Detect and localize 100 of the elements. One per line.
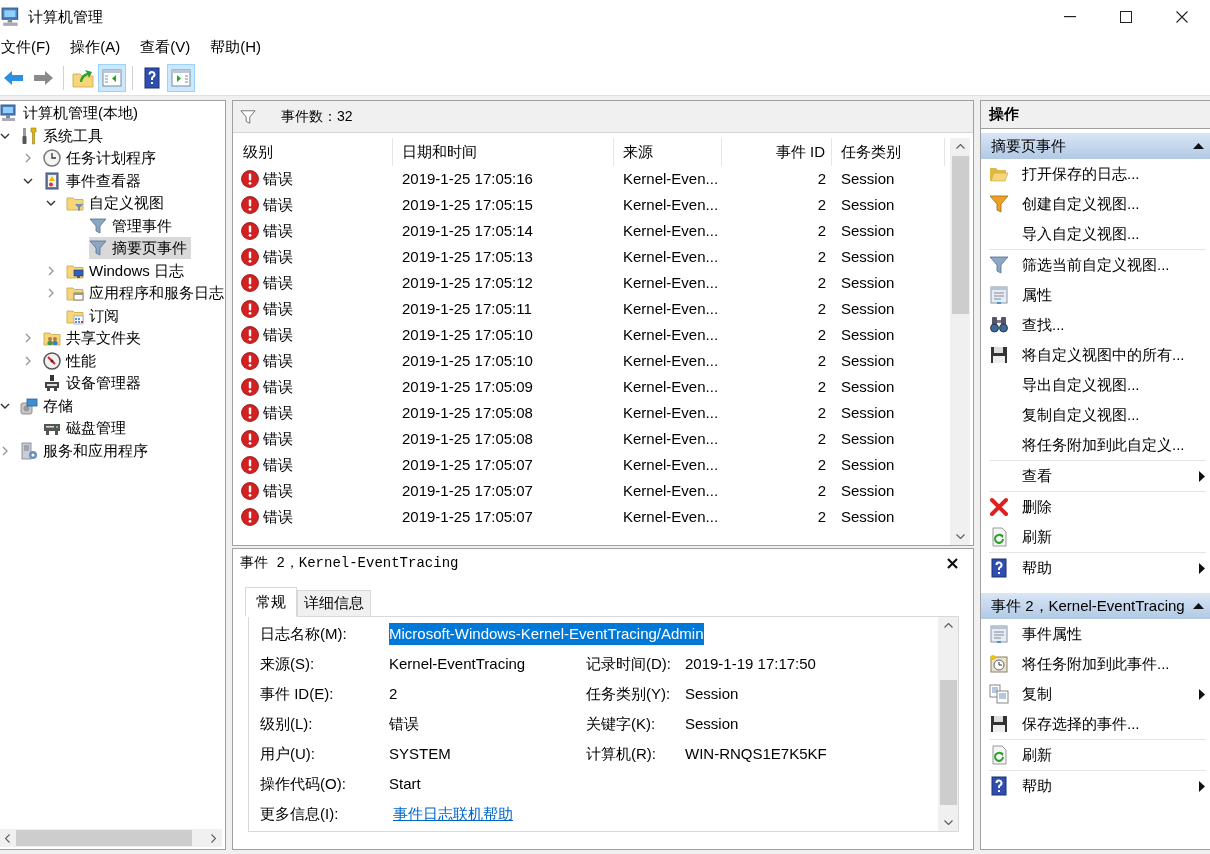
table-cell-text: Session bbox=[841, 298, 895, 319]
action-item[interactable]: 删除 bbox=[981, 492, 1210, 522]
tree-item[interactable]: 设备管理器 bbox=[43, 372, 141, 395]
menu-item[interactable]: 操作(A) bbox=[69, 35, 122, 59]
tree-item[interactable]: Windows 日志 bbox=[66, 259, 185, 282]
chevron-down-icon[interactable] bbox=[955, 534, 965, 539]
tree-item[interactable]: 订阅 bbox=[66, 304, 119, 327]
table-cell-text: 2019-1-25 17:05:09 bbox=[402, 376, 533, 397]
column-header[interactable]: 事件 ID bbox=[722, 138, 832, 166]
table-cell-text: 错误 bbox=[263, 506, 293, 527]
console-tree-button[interactable] bbox=[98, 63, 126, 92]
chevron-right-icon[interactable] bbox=[46, 265, 56, 276]
chevron-down-icon[interactable] bbox=[943, 820, 953, 825]
tab[interactable]: 常规 bbox=[245, 587, 297, 617]
table-cell-text: 2 bbox=[817, 428, 826, 449]
table-cell-text: 错误 bbox=[263, 350, 293, 371]
tree-item[interactable]: 服务和应用程序 bbox=[20, 439, 148, 462]
action-item[interactable]: 刷新 bbox=[981, 740, 1210, 770]
scrollbar[interactable] bbox=[950, 138, 970, 545]
funnel-icon bbox=[989, 255, 1009, 275]
chevron-right-icon[interactable] bbox=[46, 288, 56, 299]
storage-icon bbox=[20, 396, 38, 415]
funnel-icon bbox=[89, 239, 107, 258]
column-header[interactable]: 来源 bbox=[614, 138, 722, 166]
action-item[interactable]: 导入自定义视图... bbox=[981, 219, 1210, 249]
action-item[interactable]: 复制 bbox=[981, 679, 1210, 709]
chevron-right-icon[interactable] bbox=[23, 153, 33, 164]
chevron-left-icon[interactable] bbox=[5, 833, 10, 843]
scrollbar[interactable] bbox=[938, 617, 958, 831]
tree-item[interactable]: 自定义视图 bbox=[66, 192, 164, 215]
table-cell-text: 2 bbox=[817, 168, 826, 189]
tree-item[interactable]: 系统工具 bbox=[20, 124, 103, 147]
action-item[interactable]: 查找... bbox=[981, 310, 1210, 340]
tree-item[interactable]: 摘要页事件 bbox=[89, 237, 191, 260]
chevron-right-icon[interactable] bbox=[0, 445, 10, 456]
action-item[interactable]: 刷新 bbox=[981, 522, 1210, 552]
table-cell-text: Kernel-Even... bbox=[623, 168, 719, 189]
folder-funnel-icon bbox=[66, 194, 84, 213]
field-label: 记录时间(D): bbox=[586, 653, 672, 674]
computer-icon bbox=[1, 7, 21, 27]
tree-item[interactable]: 事件查看器 bbox=[43, 169, 141, 192]
help-icon bbox=[989, 776, 1009, 796]
menu-item[interactable]: 查看(V) bbox=[139, 35, 192, 59]
error-icon bbox=[241, 300, 259, 318]
action-item[interactable]: 将任务附加到此自定义... bbox=[981, 430, 1210, 460]
tab[interactable]: 详细信息 bbox=[297, 590, 371, 617]
action-item[interactable]: 帮助 bbox=[981, 553, 1210, 583]
table-cell-text: Session bbox=[841, 194, 895, 215]
table-cell-text: 2019-1-25 17:05:11 bbox=[402, 298, 532, 319]
chevron-right-icon[interactable] bbox=[211, 833, 216, 843]
table-cell-text: 错误 bbox=[263, 298, 293, 319]
tree-item[interactable]: 任务计划程序 bbox=[43, 147, 156, 170]
maximize-icon bbox=[1120, 11, 1132, 23]
action-item[interactable]: 帮助 bbox=[981, 771, 1210, 801]
funnel-icon bbox=[239, 108, 257, 125]
action-item[interactable]: 查看 bbox=[981, 461, 1210, 491]
field-label: 来源(S): bbox=[259, 653, 316, 674]
chevron-right-icon[interactable] bbox=[23, 333, 33, 344]
action-item[interactable]: 打开保存的日志... bbox=[981, 159, 1210, 189]
table-cell-text: Session bbox=[841, 454, 895, 475]
scrollbar[interactable] bbox=[0, 829, 222, 847]
action-item[interactable]: 导出自定义视图... bbox=[981, 370, 1210, 400]
tree-item[interactable]: 性能 bbox=[43, 349, 96, 372]
column-header[interactable]: 日期和时间 bbox=[393, 138, 614, 166]
menu-item[interactable]: 帮助(H) bbox=[209, 35, 262, 59]
action-item[interactable]: 创建自定义视图... bbox=[981, 189, 1210, 219]
action-item[interactable]: 将自定义视图中的所有... bbox=[981, 340, 1210, 370]
action-item[interactable]: 保存选择的事件... bbox=[981, 709, 1210, 739]
tree-item[interactable]: 存储 bbox=[20, 394, 73, 417]
table-cell-text: 错误 bbox=[263, 168, 293, 189]
tree-item[interactable]: 共享文件夹 bbox=[43, 327, 141, 350]
error-icon bbox=[241, 378, 259, 396]
action-item[interactable]: 筛选当前自定义视图... bbox=[981, 250, 1210, 280]
table-cell-text: 2 bbox=[817, 298, 826, 319]
table-cell-text: Kernel-Even... bbox=[623, 402, 719, 423]
tree-item[interactable]: 管理事件 bbox=[89, 214, 172, 237]
table-cell-text: 2 bbox=[817, 506, 826, 527]
action-item[interactable]: 将任务附加到此事件... bbox=[981, 649, 1210, 679]
column-header[interactable]: 级别 bbox=[235, 138, 393, 166]
section-header[interactable]: 摘要页事件 bbox=[981, 133, 1210, 159]
scrollbar-thumb[interactable] bbox=[939, 680, 957, 805]
scrollbar-thumb[interactable] bbox=[951, 156, 969, 314]
table-cell-text: 错误 bbox=[263, 480, 293, 501]
action-item[interactable]: 属性 bbox=[981, 280, 1210, 310]
help-link[interactable]: 事件日志联机帮助 bbox=[393, 802, 513, 826]
field-label: 更多信息(I): bbox=[259, 803, 340, 824]
action-item[interactable]: 事件属性 bbox=[981, 619, 1210, 649]
action-item[interactable]: 复制自定义视图... bbox=[981, 400, 1210, 430]
chevron-up-icon[interactable] bbox=[955, 144, 965, 149]
chevron-up-icon[interactable] bbox=[943, 623, 953, 628]
tree-item[interactable]: 磁盘管理 bbox=[43, 417, 126, 440]
menu-item[interactable]: 文件(F) bbox=[0, 35, 52, 59]
column-header[interactable]: 任务类别 bbox=[832, 138, 945, 166]
table-cell-text: Session bbox=[841, 168, 895, 189]
section-header[interactable]: 事件 2，Kernel-EventTracing bbox=[981, 593, 1210, 619]
scrollbar-thumb[interactable] bbox=[16, 830, 192, 846]
tree-item[interactable]: 应用程序和服务日志 bbox=[66, 282, 224, 305]
tree-item[interactable]: 计算机管理(本地) bbox=[0, 102, 138, 125]
close-button[interactable] bbox=[945, 556, 959, 570]
chevron-right-icon[interactable] bbox=[23, 355, 33, 366]
